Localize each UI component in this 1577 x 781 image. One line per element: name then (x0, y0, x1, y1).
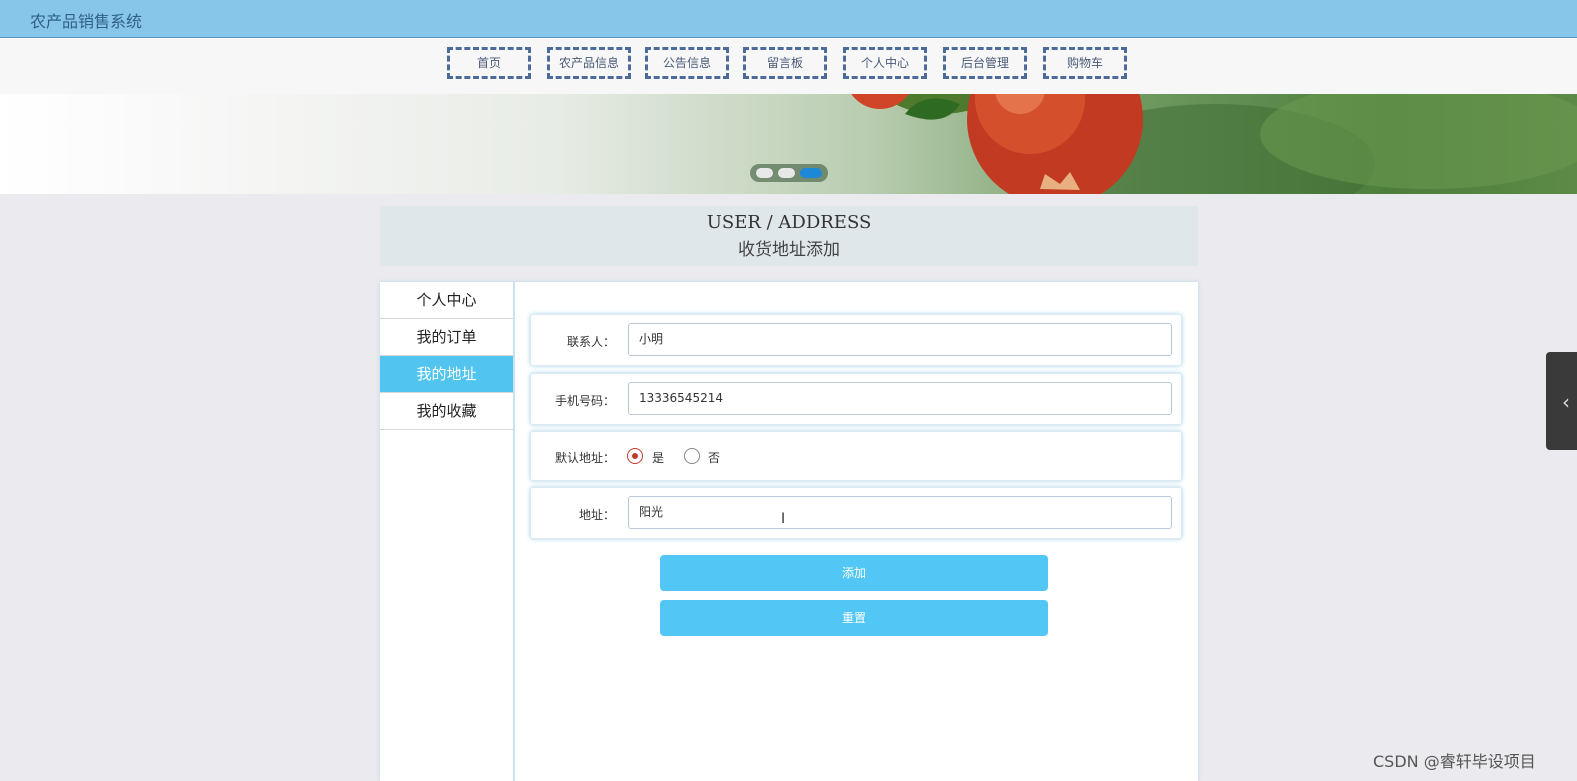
contact-label: 联系人： (566, 335, 615, 349)
address-input-value: 阳光 (639, 505, 664, 519)
contact-row: 联系人： 小明 (530, 314, 1182, 366)
text-cursor-icon: I (781, 511, 786, 527)
sidebar-item-my-favorites[interactable]: 我的收藏 (380, 393, 513, 430)
address-row: 地址： 阳光 I (530, 487, 1182, 539)
top-header: 农产品销售系统 (0, 0, 1577, 38)
carousel-indicators (750, 164, 828, 182)
nav-item-user-center[interactable]: 个人中心 (843, 47, 927, 79)
default-no-label: 否 (708, 451, 721, 465)
phone-label: 手机号码： (554, 394, 615, 408)
page-title-box: USER / ADDRESS 收货地址添加 (380, 206, 1198, 266)
address-label: 地址： (578, 508, 615, 522)
nav-item-message-board[interactable]: 留言板 (743, 47, 827, 79)
carousel-dot-3[interactable] (800, 168, 822, 178)
default-no-radio[interactable] (684, 448, 700, 464)
sidebar-item-my-address[interactable]: 我的地址 (380, 356, 513, 393)
content-panel: 个人中心 我的订单 我的地址 我的收藏 联系人： 小明 手机号码： 133365… (380, 282, 1198, 781)
nav-item-products[interactable]: 农产品信息 (547, 47, 631, 79)
watermark: CSDN @睿轩毕设项目 (1373, 752, 1536, 771)
phone-input[interactable]: 13336545214 (628, 382, 1172, 415)
banner-carousel (0, 94, 1577, 194)
default-address-row: 默认地址： 是 否 (530, 431, 1182, 481)
side-drawer-handle[interactable]: ‹ (1546, 352, 1577, 450)
page-title-en: USER / ADDRESS (706, 212, 872, 233)
default-address-label: 默认地址： (554, 451, 615, 465)
chevron-left-icon: ‹ (1562, 390, 1570, 414)
address-input[interactable]: 阳光 I (628, 496, 1172, 529)
sidebar-item-my-orders[interactable]: 我的订单 (380, 319, 513, 356)
reset-button[interactable]: 重置 (660, 600, 1048, 636)
default-yes-label: 是 (652, 451, 665, 465)
contact-input[interactable]: 小明 (628, 323, 1172, 356)
nav-item-home[interactable]: 首页 (447, 47, 531, 79)
add-button[interactable]: 添加 (660, 555, 1048, 591)
main-navigation: 首页 农产品信息 公告信息 留言板 个人中心 后台管理 购物车 (0, 38, 1577, 94)
sidebar-item-user-center[interactable]: 个人中心 (380, 282, 513, 319)
phone-row: 手机号码： 13336545214 (530, 373, 1182, 425)
page-title-cn: 收货地址添加 (738, 240, 840, 260)
nav-item-announcements[interactable]: 公告信息 (645, 47, 729, 79)
user-sidebar: 个人中心 我的订单 我的地址 我的收藏 (380, 282, 515, 781)
carousel-dot-1[interactable] (756, 168, 773, 178)
nav-item-admin[interactable]: 后台管理 (943, 47, 1027, 79)
default-yes-radio[interactable] (627, 448, 643, 464)
app-title: 农产品销售系统 (30, 12, 143, 31)
nav-item-cart[interactable]: 购物车 (1043, 47, 1127, 79)
carousel-dot-2[interactable] (778, 168, 795, 178)
